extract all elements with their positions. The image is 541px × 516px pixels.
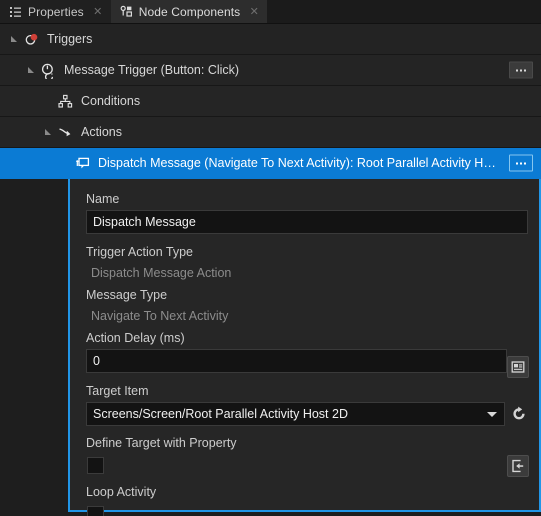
tab-node-components-label: Node Components [138,4,241,19]
tree-row-dispatch-message[interactable]: Dispatch Message (Navigate To Next Activ… [0,148,541,179]
loop-activity-checkbox[interactable] [87,506,104,516]
details-left-gutter [0,179,68,512]
target-item-label: Target Item [86,384,149,398]
field-loop-activity: Loop Activity [70,481,539,516]
tab-bar-filler [267,0,541,23]
field-message-type: Message Type Navigate To Next Activity [70,284,539,327]
tab-node-components[interactable]: Node Components ✕ [110,0,268,23]
tab-properties[interactable]: Properties ✕ [0,0,111,23]
node-graph-icon [120,5,133,18]
target-item-browse-button[interactable] [507,356,529,378]
tree-row-conditions[interactable]: Conditions [0,86,541,117]
details-panel: Name Trigger Action Type Dispatch Messag… [68,179,541,516]
field-target-item: Target Item Screens/Screen/Root Parallel… [70,380,539,426]
trigger-circle-icon [23,31,40,48]
row-menu-button[interactable] [509,61,533,79]
tree-row-triggers[interactable]: Triggers [0,24,541,55]
tab-properties-label: Properties [28,4,84,19]
tree-row-label: Message Trigger (Button: Click) [64,63,240,77]
action-delay-label: Action Delay (ms) [86,331,185,345]
actions-arrow-icon [57,124,74,141]
expand-triangle-icon [61,159,70,168]
define-target-with-property-label: Define Target with Property [86,436,237,450]
message-type-label: Message Type [86,288,168,302]
chevron-down-icon [487,412,497,417]
expand-triangle-icon[interactable] [10,35,19,44]
loop-activity-label: Loop Activity [86,485,157,499]
target-item-value: Screens/Screen/Root Parallel Activity Ho… [93,407,348,421]
tab-bar: Properties ✕ Node Components ✕ [0,0,541,24]
message-trigger-icon [40,62,57,79]
close-icon[interactable]: ✕ [248,6,260,18]
action-delay-input[interactable] [86,349,507,373]
tree-row-label: Dispatch Message (Navigate To Next Activ… [98,156,498,170]
tree-row-label: Triggers [47,32,93,46]
loop-activity-jump-button[interactable] [507,455,529,477]
expand-triangle-icon[interactable] [44,128,53,137]
define-target-with-property-checkbox[interactable] [87,457,104,474]
row-menu-button[interactable] [509,154,533,172]
field-action-delay: Action Delay (ms) [70,327,539,373]
trigger-tree: Triggers Message Trigger (Button: Click) [0,24,541,179]
field-name: Name [70,188,539,234]
enter-box-icon [512,459,524,473]
name-label: Name [86,192,120,206]
tree-row-label: Actions [81,125,122,139]
message-type-value: Navigate To Next Activity [91,309,229,323]
name-input[interactable] [86,210,528,234]
dispatch-message-icon [74,155,91,172]
goto-target-icon[interactable] [510,405,528,423]
list-icon [9,5,22,18]
panel-window-icon [511,361,525,373]
trigger-action-type-value: Dispatch Message Action [91,266,232,280]
expand-triangle-icon [44,97,53,106]
field-define-target-with-property: Define Target with Property [70,432,539,474]
field-trigger-action-type: Trigger Action Type Dispatch Message Act… [70,241,539,284]
close-icon[interactable]: ✕ [92,6,104,18]
tree-row-message-trigger[interactable]: Message Trigger (Button: Click) [0,55,541,86]
expand-triangle-icon[interactable] [27,66,36,75]
conditions-branch-icon [57,93,74,110]
tree-row-label: Conditions [81,94,141,108]
target-item-dropdown[interactable]: Screens/Screen/Root Parallel Activity Ho… [86,402,505,426]
details-panel-wrapper: Name Trigger Action Type Dispatch Messag… [0,179,541,516]
tree-row-actions[interactable]: Actions [0,117,541,148]
trigger-action-type-label: Trigger Action Type [86,245,194,259]
